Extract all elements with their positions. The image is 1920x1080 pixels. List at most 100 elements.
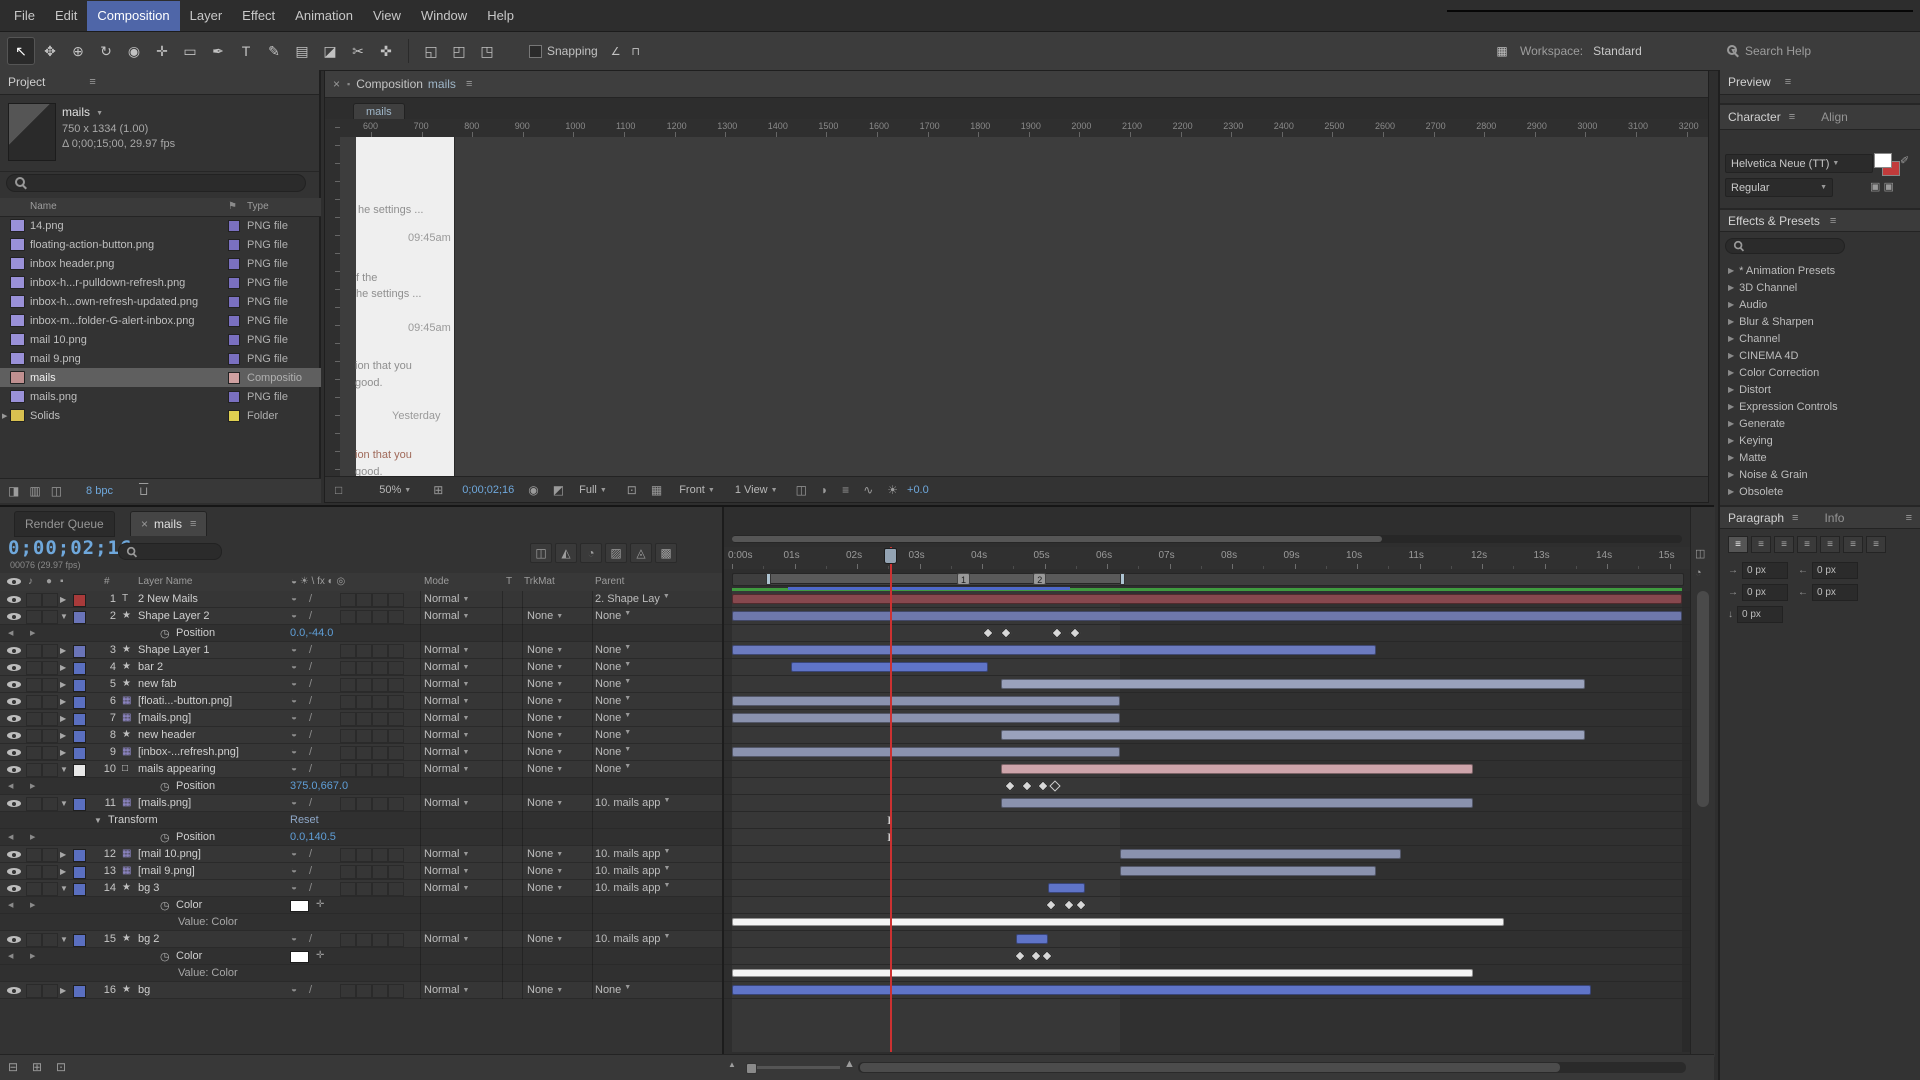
visibility-toggle-eye-icon[interactable] [7, 647, 21, 654]
quality-switch-icon[interactable]: / [309, 763, 312, 775]
layer-duration-bar[interactable] [1016, 934, 1047, 944]
puppet-pin-tool-icon[interactable]: ✜ [373, 38, 399, 64]
quality-switch-icon[interactable]: / [309, 695, 312, 707]
item-label-color[interactable] [228, 410, 240, 422]
interpret-footage-icon[interactable]: ◫ [51, 484, 62, 498]
layer-expander-icon[interactable]: ▶ [60, 663, 66, 672]
layer-switch-cell[interactable] [356, 644, 372, 658]
column-t[interactable]: T [506, 576, 512, 587]
justify-last-center-button[interactable]: ≡ [1820, 536, 1840, 553]
viewer-tab-mails[interactable]: mails [353, 103, 405, 120]
lock-toggle-cell[interactable] [42, 661, 58, 675]
exposure-icon[interactable]: ☀ [887, 483, 898, 497]
item-name[interactable]: inbox-h...own-refresh-updated.png [30, 296, 218, 308]
lock-toggle-cell[interactable] [42, 678, 58, 692]
menu-help[interactable]: Help [477, 1, 524, 31]
project-panel-header[interactable]: Project ≡ [0, 70, 319, 95]
current-time-display[interactable]: 0;00;02;16 [8, 537, 132, 559]
indent-value[interactable]: 0 px [1742, 584, 1788, 601]
layer-duration-bar[interactable] [1001, 764, 1473, 774]
align-left-button[interactable]: ≡ [1728, 536, 1748, 553]
current-time-indicator-head[interactable] [884, 548, 897, 564]
flowchart-icon[interactable]: ∿ [863, 483, 873, 497]
lock-toggle-cell[interactable] [42, 746, 58, 760]
mode-dropdown[interactable]: Normal▼ [424, 712, 490, 724]
layer-duration-bar[interactable] [732, 611, 1682, 621]
live-update-icon[interactable]: ◫ [530, 543, 552, 563]
lock-toggle-cell[interactable] [42, 865, 58, 879]
layer-switch-cell[interactable] [372, 797, 388, 811]
collapse-switch-icon[interactable]: ◒ [291, 933, 297, 944]
layer-label-color[interactable] [73, 730, 86, 743]
effects-category[interactable]: ▶Distort [1720, 381, 1920, 398]
timeline-vertical-scrollbar[interactable]: ◫ ◔ [1690, 507, 1715, 1057]
layer-duration-bar[interactable] [1120, 849, 1401, 859]
mode-dropdown[interactable]: Normal▼ [424, 644, 490, 656]
layer-switch-cell[interactable] [388, 644, 404, 658]
trash-icon[interactable]: ⊔ [139, 484, 148, 498]
layer-expander-icon[interactable]: ▶ [60, 850, 66, 859]
audio-toggle-cell[interactable] [26, 933, 42, 947]
indent-value[interactable]: 0 px [1737, 606, 1783, 623]
layer-switch-cell[interactable] [340, 644, 356, 658]
effects-presets-header[interactable]: Effects & Presets ≡ [1720, 208, 1920, 232]
previous-keyframe-icon[interactable]: ◀ [8, 901, 13, 909]
lock-toggle-cell[interactable] [42, 610, 58, 624]
layer-switch-cell[interactable] [356, 933, 372, 947]
layer-name[interactable]: new header [138, 729, 284, 741]
layer-label-color[interactable] [73, 934, 86, 947]
project-item-row[interactable]: ▶SolidsFolder [0, 406, 321, 425]
effects-search-input[interactable] [1725, 238, 1845, 254]
effects-category[interactable]: ▶Audio [1720, 296, 1920, 313]
layer-expander-icon[interactable]: ▶ [60, 867, 66, 876]
collapse-switch-icon[interactable]: ◒ [291, 882, 297, 893]
property-name[interactable]: Color [176, 899, 202, 911]
audio-toggle-cell[interactable] [26, 695, 42, 709]
layer-duration-bar[interactable] [732, 645, 1376, 655]
selection-tool-icon[interactable]: ↖ [7, 37, 35, 65]
close-icon[interactable]: × [333, 77, 340, 91]
layer-label-color[interactable] [73, 985, 86, 998]
layer-name[interactable]: bg 2 [138, 933, 284, 945]
project-search-input[interactable] [6, 174, 306, 192]
next-keyframe-icon[interactable]: ▶ [30, 833, 35, 841]
indent-field[interactable]: →0 px [1728, 584, 1788, 601]
indent-field[interactable]: ←0 px [1798, 584, 1858, 601]
visibility-toggle-eye-icon[interactable] [7, 766, 21, 773]
layer-switch-cell[interactable] [340, 933, 356, 947]
previous-keyframe-icon[interactable]: ◀ [8, 952, 13, 960]
layer-switch-cell[interactable] [356, 695, 372, 709]
menu-composition[interactable]: Composition [87, 1, 179, 31]
horizontal-scrollbar-thumb[interactable] [860, 1063, 1560, 1072]
layer-label-color[interactable] [73, 611, 86, 624]
lock-toggle-cell[interactable] [42, 933, 58, 947]
fill-stroke-swatches[interactable]: ✐ [1870, 152, 1914, 180]
swatch-options-icon[interactable]: ✛ [316, 899, 324, 910]
justify-last-right-button[interactable]: ≡ [1843, 536, 1863, 553]
item-name[interactable]: inbox header.png [30, 258, 218, 270]
layer-duration-bar[interactable] [732, 696, 1120, 706]
lock-toggle-cell[interactable] [42, 712, 58, 726]
column-name[interactable]: Name [30, 201, 57, 212]
composition-tab-bar[interactable]: × ▪ Composition mails ≡ [325, 71, 1708, 98]
layer-switch-cell[interactable] [388, 763, 404, 777]
lock-toggle-cell[interactable] [42, 984, 58, 998]
font-family-dropdown[interactable]: Helvetica Neue (TT) ▼ [1725, 154, 1873, 173]
hand-tool-icon[interactable]: ✥ [37, 38, 63, 64]
layer-switch-cell[interactable] [372, 984, 388, 998]
layer-duration-bar[interactable] [732, 985, 1591, 995]
layer-switch-cell[interactable] [388, 848, 404, 862]
visibility-toggle-eye-icon[interactable] [7, 885, 21, 892]
visibility-toggle-eye-icon[interactable] [7, 664, 21, 671]
parent-dropdown[interactable]: 10. mails app▼ [595, 848, 699, 860]
column-number[interactable]: # [104, 576, 110, 587]
color-swatch[interactable] [290, 951, 309, 963]
trkmat-dropdown[interactable]: None▼ [527, 661, 583, 673]
mode-dropdown[interactable]: Normal▼ [424, 678, 490, 690]
property-value[interactable]: 0.0,-44.0 [290, 627, 333, 639]
property-value[interactable]: 0.0,140.5 [290, 831, 336, 843]
keyframe-icon[interactable] [1049, 780, 1060, 791]
playhead-line[interactable] [890, 547, 892, 1052]
menu-edit[interactable]: Edit [45, 1, 87, 31]
layer-switch-cell[interactable] [356, 882, 372, 896]
